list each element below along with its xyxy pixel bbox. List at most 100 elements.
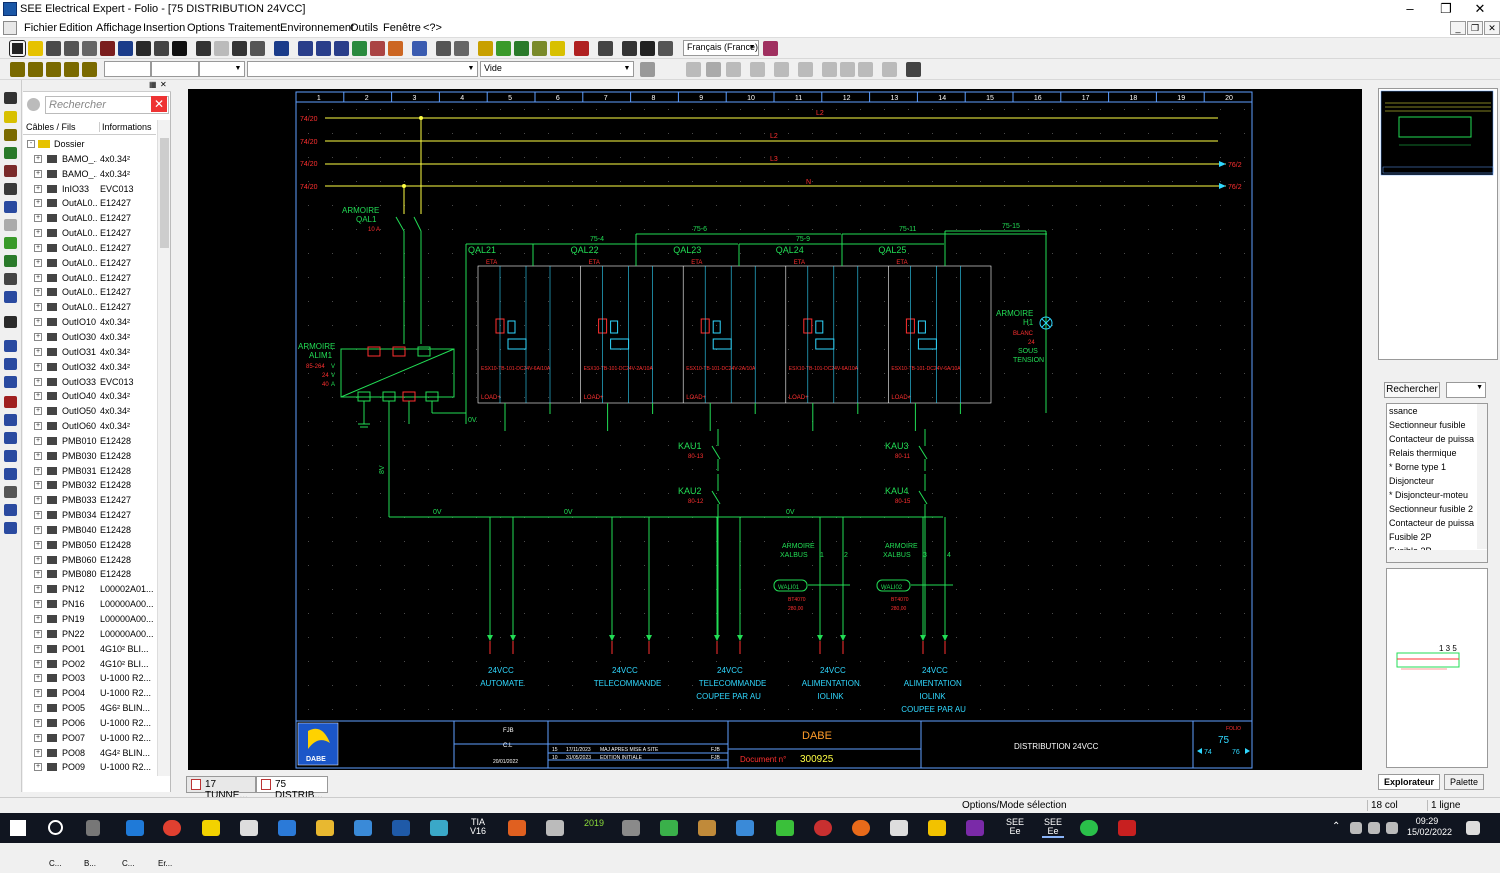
rack-icon[interactable] xyxy=(4,468,17,480)
font-select[interactable]: ▼ xyxy=(247,61,478,77)
align-center-icon[interactable] xyxy=(840,62,855,77)
style-select[interactable]: Vide ▼ xyxy=(480,61,634,77)
layer-on-icon[interactable] xyxy=(28,62,43,77)
expand-icon[interactable]: + xyxy=(34,243,42,252)
menu-affichage[interactable]: Affichage xyxy=(96,22,142,34)
expand-icon[interactable]: + xyxy=(34,451,42,460)
expand-icon[interactable]: + xyxy=(34,570,42,579)
zoom-in-icon[interactable] xyxy=(334,41,349,56)
new-page-icon[interactable] xyxy=(46,41,61,56)
overview-pane[interactable] xyxy=(1378,88,1498,360)
text-type-icon[interactable] xyxy=(726,62,741,77)
print-preview-icon[interactable] xyxy=(136,41,151,56)
tree-row[interactable]: + OutAL0... E12427 xyxy=(23,226,156,241)
format-painter-icon[interactable] xyxy=(906,62,921,77)
collapse-icon[interactable]: - xyxy=(27,140,35,148)
symbol-item[interactable]: ssance xyxy=(1389,406,1475,419)
tree-row[interactable]: + OutIO40 4x0.34² xyxy=(23,389,156,404)
tree-root[interactable]: - Dossier xyxy=(23,137,156,152)
tree-row[interactable]: + OutAL0... E12427 xyxy=(23,211,156,226)
tab-palette[interactable]: Palette xyxy=(1444,774,1484,790)
tree-row[interactable]: +BAMO_...4x0.34² xyxy=(23,152,156,167)
expand-icon[interactable]: + xyxy=(34,229,42,238)
tree-row[interactable]: + PMB060 E12428 xyxy=(23,553,156,568)
red-app-icon[interactable] xyxy=(814,820,832,836)
symbol-list-scrollbar[interactable] xyxy=(1477,404,1487,549)
alim1-power-supply[interactable]: ARMOIRE ALIM1 85-264 V 24 V 40 A 0V 8V xyxy=(298,342,477,517)
canvas-scrollbar[interactable] xyxy=(1364,89,1373,770)
tree-row[interactable]: + OutAL0... E12427 xyxy=(23,241,156,256)
volume-tray-icon[interactable] xyxy=(1386,822,1398,834)
tree-row[interactable]: + OutIO32 4x0.34² xyxy=(23,360,156,375)
drawing-area[interactable]: 1 2 3 4 5 6 7 8 9 10 11 12 13 14 15 16 17 18 19 20 74/20 74… xyxy=(180,80,1374,777)
tree-row[interactable]: + PMB034 E12427 xyxy=(23,508,156,523)
sticky-notes-icon[interactable] xyxy=(202,820,220,836)
erase-icon[interactable] xyxy=(4,396,17,408)
tree-row[interactable]: + PO02 4G10² BLI... xyxy=(23,657,156,672)
symbol-item[interactable]: * Disjoncteur-moteu xyxy=(1389,490,1475,503)
zoom-previous-icon[interactable] xyxy=(388,41,403,56)
tray-chevron-icon[interactable]: ⌃ xyxy=(1332,821,1340,832)
maximize-button[interactable]: ❐ xyxy=(1428,0,1464,19)
tab-cables[interactable]: C... xyxy=(49,859,61,868)
folio-prev[interactable]: 74 xyxy=(1204,749,1212,756)
tree-row[interactable]: + OutIO10 4x0.34² xyxy=(23,315,156,330)
tree-row[interactable]: + PO07 U-1000 R2... xyxy=(23,731,156,746)
tab-bornes[interactable]: B... xyxy=(84,859,96,868)
edge-icon[interactable] xyxy=(126,820,144,836)
properties-icon[interactable] xyxy=(118,41,133,56)
acrobat-icon[interactable] xyxy=(1118,820,1136,836)
symbol-item[interactable]: Disjoncteur xyxy=(1389,476,1475,489)
reference-icon[interactable] xyxy=(4,522,17,534)
linetype-select[interactable]: ▼ xyxy=(199,61,245,77)
network-tray-icon[interactable] xyxy=(1350,822,1362,834)
tree-row[interactable]: + PO04 U-1000 R2... xyxy=(23,686,156,701)
mirror-icon[interactable] xyxy=(4,183,17,195)
text-attrib-icon[interactable] xyxy=(882,62,897,77)
col-header-cables[interactable]: Câbles / Fils xyxy=(26,122,76,132)
frame-text-icon[interactable] xyxy=(706,62,721,77)
expand-icon[interactable]: + xyxy=(34,540,42,549)
expand-icon[interactable]: + xyxy=(34,629,42,638)
tree-row[interactable]: + OutIO33 EVC013 xyxy=(23,375,156,390)
export-icon[interactable] xyxy=(622,41,637,56)
expand-icon[interactable]: + xyxy=(34,511,42,520)
menu-traitement[interactable]: Traitement xyxy=(228,22,280,34)
network-app-icon[interactable] xyxy=(430,820,448,836)
expand-icon[interactable]: + xyxy=(34,288,42,297)
schematic-sheet[interactable]: 1 2 3 4 5 6 7 8 9 10 11 12 13 14 15 16 17 18 19 20 74/20 74… xyxy=(188,89,1362,770)
onenote-icon[interactable] xyxy=(966,820,984,836)
cross-ref-icon[interactable] xyxy=(574,41,589,56)
translate-icon[interactable] xyxy=(658,41,673,56)
tab-errors[interactable]: Er... xyxy=(158,859,172,868)
expand-icon[interactable]: + xyxy=(34,392,42,401)
connect-icon[interactable] xyxy=(4,432,17,444)
tree-row[interactable]: + OutIO30 4x0.34² xyxy=(23,330,156,345)
qal1-breaker[interactable]: ARMOIRE QAL1 10 A xyxy=(342,116,423,344)
expand-icon[interactable]: + xyxy=(34,273,42,282)
rotate-icon[interactable] xyxy=(4,165,17,177)
doc-tab-75[interactable]: 75 DISTRIB... xyxy=(256,776,328,801)
text-edit-icon[interactable] xyxy=(4,358,17,370)
symbol-search-button[interactable]: Rechercher xyxy=(1384,382,1440,398)
find-icon[interactable] xyxy=(274,41,289,56)
task-view-icon[interactable] xyxy=(86,820,100,836)
expand-icon[interactable]: + xyxy=(34,214,42,223)
expand-icon[interactable]: + xyxy=(34,481,42,490)
expand-icon[interactable]: + xyxy=(34,199,42,208)
save-icon[interactable] xyxy=(172,41,187,56)
import-icon[interactable] xyxy=(640,41,655,56)
zoom-window-icon[interactable] xyxy=(298,41,313,56)
expand-icon[interactable]: + xyxy=(34,763,42,772)
expand-icon[interactable]: + xyxy=(34,704,42,713)
tree-row[interactable]: + OutIO60 4x0.34² xyxy=(23,419,156,434)
tree-row[interactable]: + PMB032 E12428 xyxy=(23,478,156,493)
pan-icon[interactable] xyxy=(370,41,385,56)
expand-icon[interactable]: + xyxy=(34,258,42,267)
expand-icon[interactable]: + xyxy=(34,332,42,341)
remote-icon[interactable] xyxy=(354,820,372,836)
italic-icon[interactable] xyxy=(750,62,765,77)
redraw-icon[interactable] xyxy=(412,41,427,56)
symbol-insert-icon[interactable] xyxy=(4,255,17,267)
tab-explorateur[interactable]: Explorateur xyxy=(1378,774,1440,790)
